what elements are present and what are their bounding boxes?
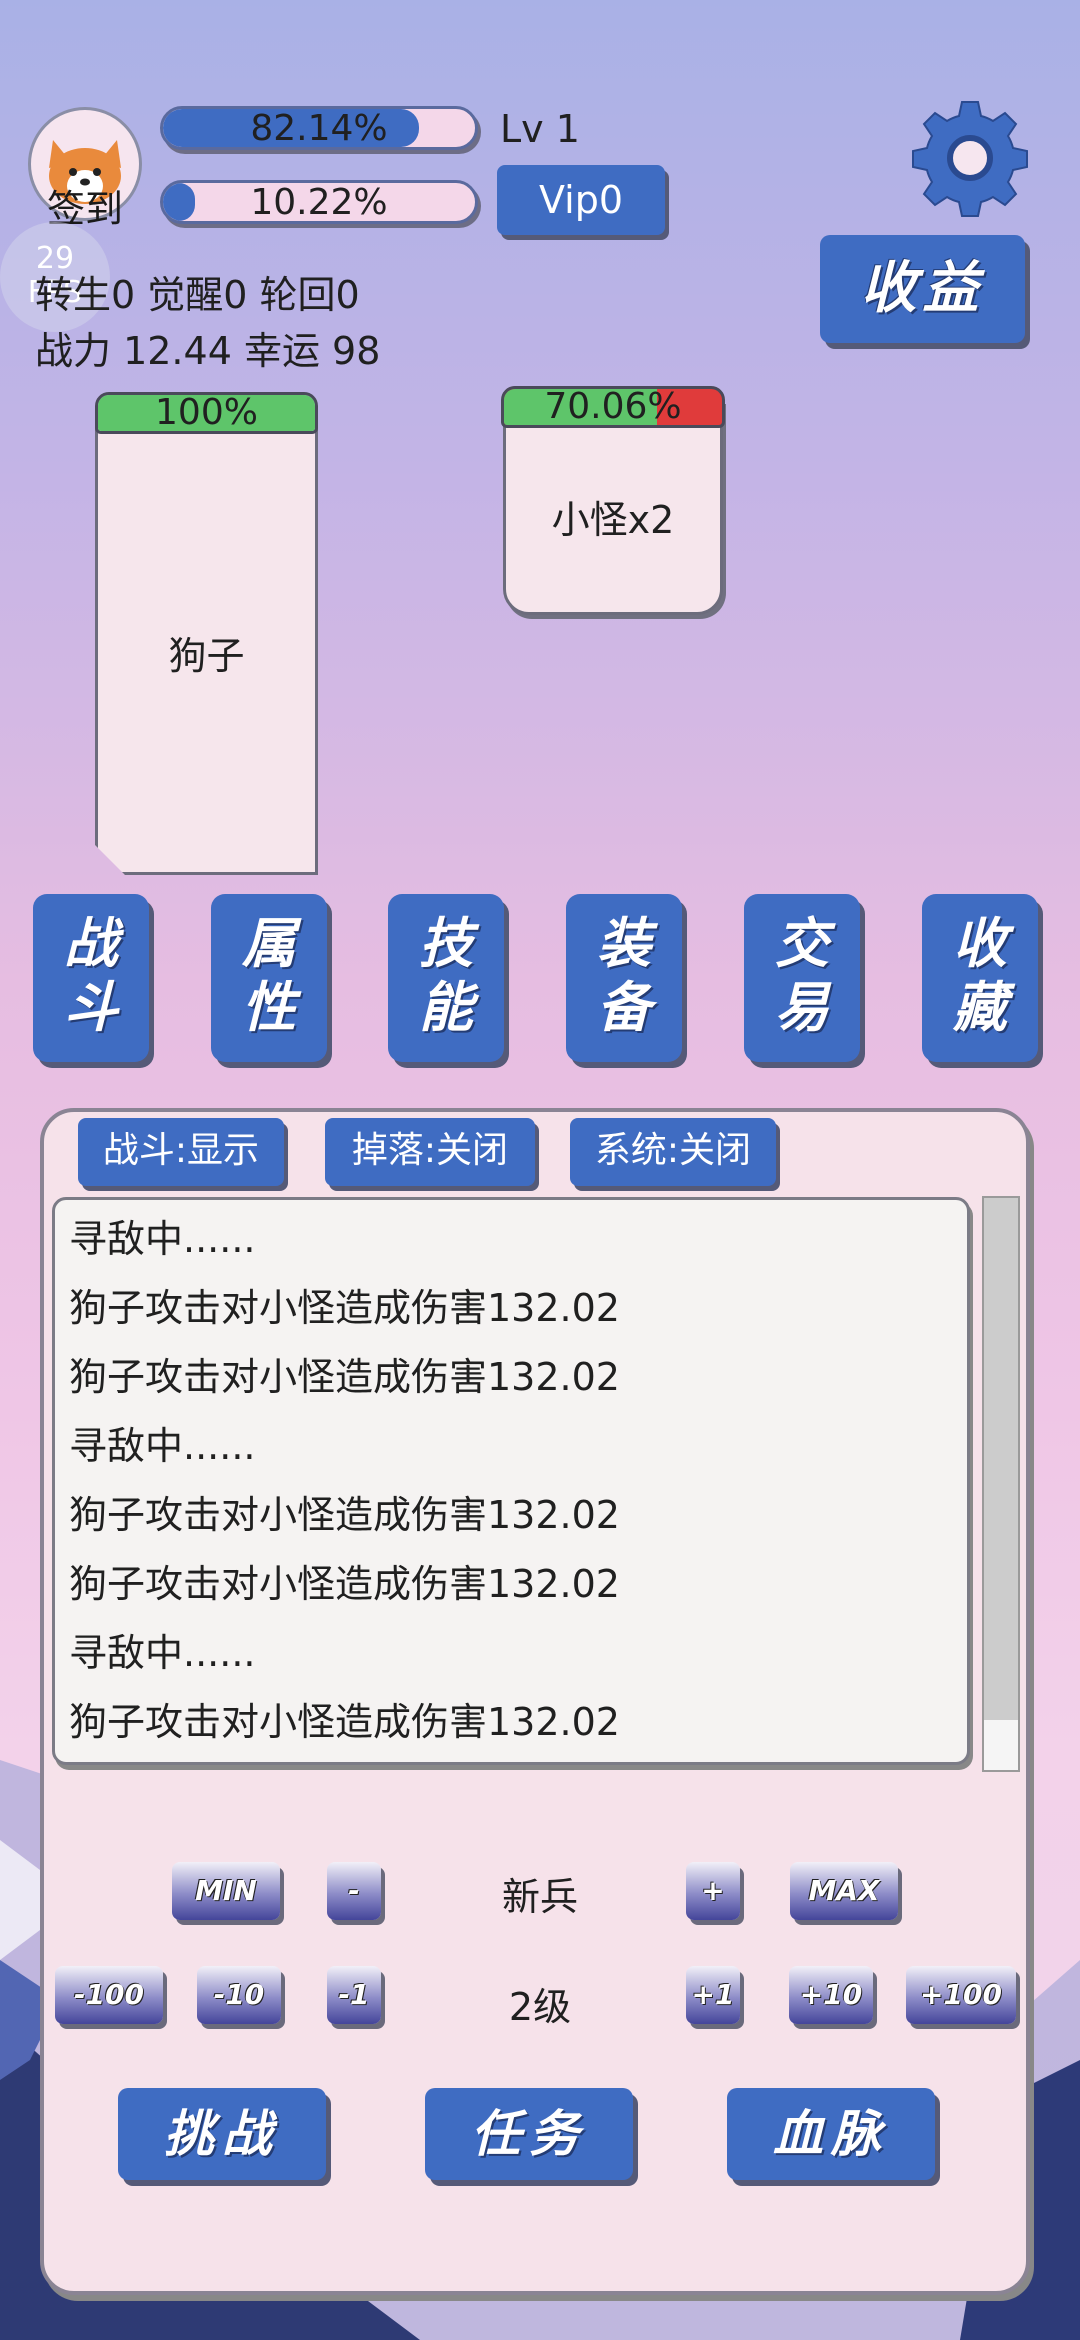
tab-collection[interactable]: 收 藏	[922, 894, 1038, 1062]
challenge-button[interactable]: 挑战	[118, 2088, 326, 2180]
log-line: 寻敌中......	[69, 1424, 256, 1468]
tab-battle-line1: 战	[64, 912, 118, 975]
log-line: 狗子攻击对小怪造成伤害132.02	[69, 1700, 620, 1744]
minus-10-button[interactable]: -10	[197, 1966, 281, 2024]
income-button[interactable]: 收益	[820, 235, 1025, 343]
player-hp-bar: 100%	[95, 392, 318, 434]
bloodline-button[interactable]: 血脉	[727, 2088, 935, 2180]
exp-bar: 82.14%	[160, 106, 478, 150]
toggle-drop-log[interactable]: 掉落:关闭	[325, 1118, 535, 1186]
tab-battle[interactable]: 战 斗	[33, 894, 149, 1062]
min-button[interactable]: MIN	[172, 1862, 280, 1920]
log-line: 狗子攻击对小怪造成伤害132.02	[69, 1562, 620, 1606]
plus-10-button[interactable]: +10	[789, 1966, 873, 2024]
plus-button[interactable]: +	[686, 1862, 740, 1920]
log-line: 寻敌中......	[69, 1631, 256, 1675]
log-scrollbar-thumb[interactable]	[984, 1720, 1018, 1770]
plus-100-button[interactable]: +100	[906, 1966, 1016, 2024]
tab-attributes-line1: 属	[242, 912, 296, 975]
tab-attributes[interactable]: 属 性	[211, 894, 327, 1062]
secondary-bar: 10.22%	[160, 180, 478, 224]
tab-skills-line1: 技	[419, 912, 473, 975]
enemy-hp-text: 70.06%	[544, 386, 682, 427]
battle-log[interactable]: 寻敌中...... 狗子攻击对小怪造成伤害132.02 狗子攻击对小怪造成伤害1…	[52, 1197, 970, 1765]
gear-icon[interactable]	[910, 98, 1030, 218]
log-line: 狗子攻击对小怪造成伤害132.02	[69, 1493, 620, 1537]
tab-trade-line1: 交	[775, 912, 829, 975]
tab-collection-line1: 收	[953, 912, 1007, 975]
toggle-battle-log[interactable]: 战斗:显示	[78, 1118, 284, 1186]
minus-button[interactable]: -	[327, 1862, 381, 1920]
player-name: 狗子	[168, 634, 245, 678]
secondary-bar-text: 10.22%	[250, 182, 388, 223]
toggle-system-log[interactable]: 系统:关闭	[570, 1118, 776, 1186]
tab-attributes-line2: 性	[242, 976, 296, 1039]
rank-label: 新兵	[501, 1875, 578, 1919]
log-scrollbar[interactable]	[982, 1196, 1020, 1772]
tab-collection-line2: 藏	[953, 976, 1007, 1039]
player-hp-text: 100%	[155, 392, 258, 433]
level-label: Lv 1	[500, 107, 580, 151]
minus-1-button[interactable]: -1	[327, 1966, 381, 2024]
player-card[interactable]: 狗子	[95, 410, 318, 875]
tasks-button[interactable]: 任务	[425, 2088, 633, 2180]
tab-skills[interactable]: 技 能	[388, 894, 504, 1062]
enemy-hp-bar: 70.06%	[501, 386, 725, 428]
rebirth-stats: 转生0 觉醒0 轮回0	[35, 273, 360, 317]
plus-1-button[interactable]: +1	[686, 1966, 740, 2024]
max-button[interactable]: MAX	[790, 1862, 898, 1920]
vip-button[interactable]: Vip0	[497, 165, 665, 235]
power-luck-stats: 战力 12.44 幸运 98	[35, 329, 381, 373]
tab-equipment-line1: 装	[597, 912, 651, 975]
log-line: 狗子攻击对小怪造成伤害132.02	[69, 1286, 620, 1330]
enemy-name: 小怪x2	[551, 498, 675, 542]
log-line: 寻敌中......	[69, 1217, 256, 1261]
log-line: 狗子攻击对小怪造成伤害132.02	[69, 1355, 620, 1399]
tab-trade-line2: 易	[775, 976, 829, 1039]
tab-skills-line2: 能	[419, 976, 473, 1039]
tab-equipment-line2: 备	[597, 976, 651, 1039]
tab-equipment[interactable]: 装 备	[566, 894, 682, 1062]
exp-bar-text: 82.14%	[250, 108, 388, 149]
minus-100-button[interactable]: -100	[55, 1966, 163, 2024]
level-select-label: 2级	[508, 1985, 572, 2029]
enemy-card[interactable]: 小怪x2	[503, 400, 723, 615]
tab-battle-line2: 斗	[64, 976, 118, 1039]
tab-trade[interactable]: 交 易	[744, 894, 860, 1062]
